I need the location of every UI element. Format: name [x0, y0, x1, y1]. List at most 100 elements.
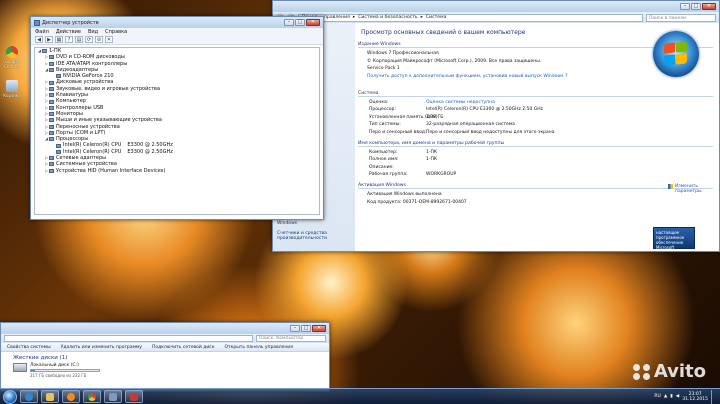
page-title: Просмотр основных сведений о вашем компь…: [361, 29, 526, 36]
info-row: Процессор: Intel(R) Celeron(R) CPU E3300 …: [369, 107, 713, 112]
system-section-title: Система: [358, 91, 713, 97]
volume-icon[interactable]: ◀: [676, 394, 679, 399]
breadcrumb-item[interactable]: Система: [426, 15, 447, 20]
close-button[interactable]: ✕: [312, 325, 326, 332]
taskbar-chrome[interactable]: [83, 390, 101, 403]
menu-action[interactable]: Действие: [56, 29, 81, 35]
show-desktop-button[interactable]: [711, 389, 716, 404]
breadcrumb-item[interactable]: Система и безопасность: [358, 15, 417, 20]
menu-help[interactable]: Справка: [105, 29, 127, 35]
device-icon: [49, 80, 54, 85]
info-key: Полное имя:: [369, 157, 399, 162]
close-button[interactable]: ✕: [306, 19, 320, 26]
info-key: Установленная память (ОЗУ):: [369, 114, 440, 120]
system-properties-button[interactable]: Свойства системы: [7, 345, 51, 350]
control-panel-icon: [130, 392, 138, 401]
taskbar-ie[interactable]: [20, 390, 38, 403]
drive-item[interactable]: Локальный диск (C:) 217 ГБ свободно из 2…: [13, 363, 317, 378]
change-params-link[interactable]: Изменить параметры: [668, 184, 705, 194]
device-icon: [49, 131, 54, 135]
more-features-link[interactable]: Получить доступ к дополнительным функция…: [367, 74, 713, 79]
minimize-button[interactable]: –: [680, 3, 690, 10]
scan-icon[interactable]: ▤: [75, 36, 83, 43]
uninstall-program-button[interactable]: Удалить или изменить программу: [61, 345, 142, 350]
back-icon[interactable]: ◀: [35, 36, 43, 43]
menu-view[interactable]: Вид: [88, 29, 98, 35]
explorer-address-bar: Поиск: Компьютер: [1, 334, 329, 343]
desktop-icon-chrome[interactable]: Google Chrome: [3, 46, 21, 69]
maximize-button[interactable]: □: [301, 325, 311, 332]
update-icon[interactable]: ⟳: [85, 36, 93, 43]
minimize-button[interactable]: –: [290, 325, 300, 332]
forward-icon[interactable]: ▶: [45, 36, 53, 43]
shield-icon: [668, 184, 673, 189]
maximize-button[interactable]: □: [691, 3, 701, 10]
device-tree-label: Устройства HID (Human Interface Devices): [56, 167, 166, 174]
info-key: Тип системы:: [369, 122, 401, 127]
properties-icon[interactable]: ▦: [55, 36, 63, 43]
chrome-icon: [88, 392, 96, 401]
system-window: – □ ✕ ◀ ▶ Панель управления▸ Система и б…: [272, 0, 720, 252]
uninstall-icon[interactable]: ✕: [105, 36, 113, 43]
avito-watermark: Avito: [632, 361, 706, 382]
drive-usage-bar: [30, 369, 100, 372]
taskbar-explorer[interactable]: [41, 390, 59, 403]
device-manager-window: Диспетчер устройств – □ ✕ Файл Действие …: [30, 16, 324, 220]
taskbar: RU ▲ ▮ ◀ 23:07 31.12.2015: [0, 388, 720, 404]
clock[interactable]: 23:07 31.12.2015: [682, 392, 708, 402]
left-task-performance[interactable]: Счетчики и средства производительности: [277, 231, 347, 241]
group-title: Жесткие диски (1): [13, 355, 68, 361]
device-icon: [56, 149, 61, 154]
info-row: Описание:: [369, 165, 713, 170]
left-task-windows[interactable]: Windows: [277, 221, 297, 226]
system-titlebar: – □ ✕: [273, 1, 719, 12]
rating-link[interactable]: Оценка системы недоступна: [426, 100, 495, 105]
disable-icon[interactable]: ⊘: [95, 36, 103, 43]
start-button[interactable]: [3, 389, 17, 404]
device-icon: [49, 168, 54, 173]
info-value: Intel(R) Celeron(R) CPU E3300 @ 2.50GHz …: [426, 107, 543, 112]
ie-icon: [25, 392, 33, 401]
minimize-button[interactable]: –: [284, 19, 294, 26]
product-code: Код продукта: 00371-OEM-8992671-00407: [367, 199, 467, 205]
info-value: WORKGROUP: [426, 172, 457, 177]
search-input[interactable]: Поиск в панели управления: [646, 13, 716, 28]
network-icon[interactable]: ▮: [670, 394, 672, 399]
info-key: Описание:: [369, 164, 394, 170]
desktop-icon-recycle-bin[interactable]: Корзина: [3, 80, 21, 98]
device-icon: [49, 93, 54, 98]
activation-status: Активация Windows выполнена: [367, 192, 442, 197]
map-network-drive-button[interactable]: Подключить сетевой диск: [152, 345, 215, 350]
avito-logo-icon: [632, 363, 651, 380]
info-row: Установленная память (ОЗУ): 3,00 ГБ: [369, 115, 713, 120]
breadcrumb[interactable]: Панель управления ▸ Система и безопасност…: [298, 13, 643, 22]
explorer-breadcrumb[interactable]: [4, 335, 253, 342]
device-manager-icon: [34, 19, 40, 26]
desktop-icon-label: Google Chrome: [4, 59, 20, 69]
recycle-bin-icon: [6, 80, 18, 92]
open-control-panel-button[interactable]: Открыть панель управления: [224, 345, 292, 350]
device-icon: [49, 105, 54, 110]
taskbar-media-player[interactable]: [62, 390, 80, 403]
info-value: 3,00 ГБ: [426, 114, 444, 120]
taskbar-device-manager[interactable]: [104, 390, 122, 403]
maximize-button[interactable]: □: [295, 19, 305, 26]
activation-section-title: Активация Windows: [358, 183, 713, 189]
menu-file[interactable]: Файл: [35, 29, 49, 35]
info-key: Рабочая группа:: [369, 172, 408, 177]
taskbar-control-panel[interactable]: [125, 390, 143, 403]
show-hidden-icons-icon[interactable]: ▲: [664, 394, 667, 399]
explorer-content: Жесткие диски (1) Локальный диск (C:) 21…: [1, 352, 329, 381]
language-indicator[interactable]: RU: [654, 394, 660, 399]
desktop-icon-label: Корзина: [3, 93, 21, 98]
explorer-search-input[interactable]: Поиск: Компьютер: [256, 335, 326, 342]
close-button[interactable]: ✕: [702, 3, 716, 10]
device-icon: [49, 118, 54, 123]
info-row: Тип системы: 32-разрядная операционная си…: [369, 122, 713, 127]
media-player-icon: [67, 392, 75, 401]
address-bar: ◀ ▶ Панель управления▸ Система и безопас…: [273, 12, 719, 28]
device-icon: [49, 99, 54, 104]
info-row: Полное имя: 1-ПК: [369, 157, 713, 162]
help-icon[interactable]: ?: [65, 36, 73, 43]
device-tree-item[interactable]: ▷ Устройства HID (Human Interface Devices…: [35, 168, 319, 174]
